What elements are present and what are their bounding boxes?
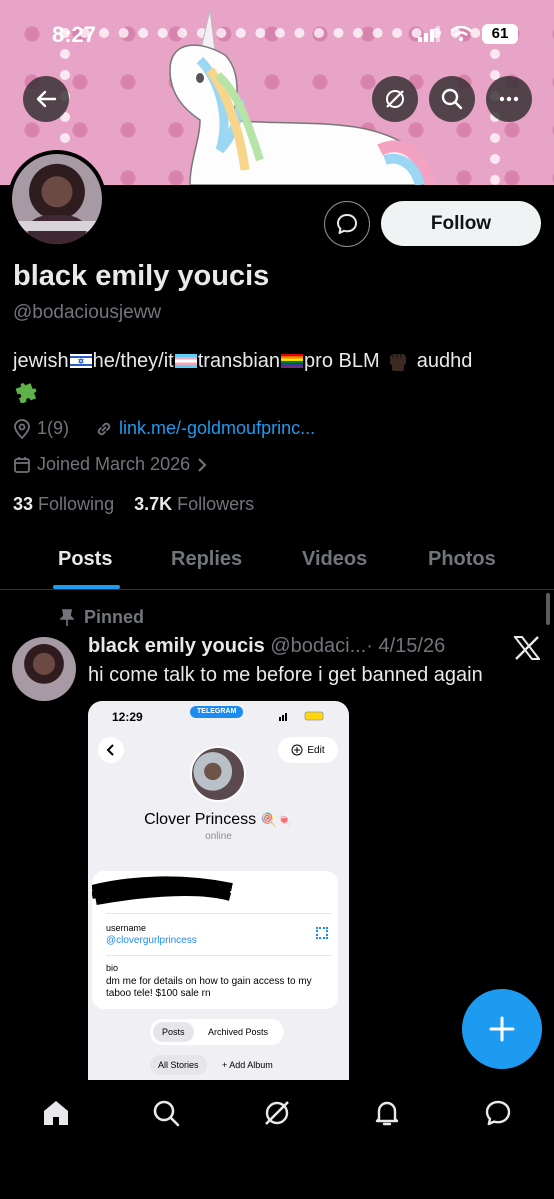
bio-text-3: transbian (197, 350, 281, 372)
profile-name: black emily youcis (13, 260, 270, 292)
embedded-bio: dm me for details on how to gain access … (106, 976, 312, 999)
calendar-icon (14, 456, 30, 473)
search-icon (441, 88, 463, 110)
embedded-all-stories: All Stories (150, 1055, 207, 1075)
bio-text-5: audhd (411, 350, 473, 372)
profile-avatar[interactable] (8, 150, 106, 248)
tab-videos[interactable]: Videos (302, 548, 367, 571)
embedded-time: 12:29 (112, 710, 143, 724)
tab-photos[interactable]: Photos (428, 548, 496, 571)
embedded-back-button (98, 737, 124, 763)
followers-label: Followers (177, 494, 255, 514)
bio-text-4: pro BLM (304, 350, 386, 372)
embedded-edit-label: Edit (307, 744, 325, 756)
follow-button[interactable]: Follow (381, 201, 541, 246)
explore-icon (153, 1100, 180, 1127)
message-icon (337, 214, 357, 234)
post-author-avatar[interactable] (12, 637, 76, 701)
follow-counts: 33 Following 3.7K Followers (13, 494, 254, 515)
embedded-status-icons (279, 711, 324, 721)
embedded-avatar (190, 746, 246, 802)
nav-explore[interactable] (150, 1097, 182, 1129)
x-logo-icon[interactable] (514, 636, 540, 660)
messages-icon (485, 1100, 511, 1126)
pinned-indicator: Pinned (60, 607, 144, 628)
bottom-navigation (0, 1080, 554, 1199)
profile-tabs: Posts Replies Videos Photos (0, 536, 554, 590)
compose-icon (489, 1016, 515, 1042)
post-author-handle: @bodaci... (270, 635, 367, 657)
home-icon (44, 1101, 68, 1125)
israel-flag-icon (69, 354, 92, 368)
profile-location: 1(9) (37, 418, 70, 438)
embedded-username-label: username (106, 923, 147, 933)
message-button[interactable] (324, 201, 370, 247)
pin-icon (60, 608, 74, 626)
status-time: 8:27 (52, 22, 97, 47)
embedded-bio-label: bio (106, 963, 119, 973)
embedded-username: @clovergurlprincess (106, 935, 197, 946)
qr-code-icon (316, 927, 328, 939)
tab-posts[interactable]: Posts (58, 548, 112, 571)
trans-flag-icon (174, 354, 197, 368)
pinned-label: Pinned (84, 607, 145, 627)
embedded-info-card: username @clovergurlprincess bio dm me f… (92, 871, 338, 1009)
following-link[interactable]: 33 Following (13, 494, 114, 514)
chevron-right-icon[interactable] (196, 457, 208, 473)
post-date: · 4/15/26 (366, 635, 446, 657)
compose-button[interactable] (462, 989, 542, 1069)
avatar-photo (12, 154, 102, 244)
location-icon (14, 418, 30, 439)
raised-fist-icon (390, 354, 407, 371)
embedded-status: online (205, 831, 232, 842)
scrollbar[interactable] (546, 593, 550, 625)
back-button[interactable] (23, 76, 69, 122)
more-icon (499, 96, 519, 102)
post-image[interactable]: 12:29 TELEGRAM Edit Clover Princess 🍭🍬 o… (88, 701, 349, 1081)
embedded-display-name: Clover Princess 🍭🍬 (144, 811, 293, 828)
following-label: Following (38, 494, 115, 514)
nav-home[interactable] (40, 1097, 72, 1129)
wifi-icon (450, 26, 472, 42)
puzzle-piece-icon (15, 383, 37, 404)
active-tab-indicator (53, 585, 120, 589)
link-icon (97, 422, 111, 435)
status-icons: 61 (418, 24, 518, 44)
post-header: black emily youcis @bodaci...· 4/15/26 (88, 635, 445, 658)
embedded-add-album: + Add Album (222, 1060, 273, 1070)
grok-nav-icon (265, 1101, 289, 1125)
followers-count: 3.7K (134, 494, 173, 514)
post-text: hi come talk to me before i get banned a… (88, 664, 483, 686)
signal-icon (418, 26, 440, 42)
grok-icon (386, 90, 404, 108)
tab-replies[interactable]: Replies (171, 548, 242, 571)
post-author-name[interactable]: black emily youcis (88, 635, 265, 657)
embedded-edit-button: Edit (278, 737, 338, 763)
nav-grok[interactable] (261, 1097, 293, 1129)
bio-text-2: he/they/it (92, 350, 174, 372)
profile-handle: @bodaciousjeww (13, 302, 162, 323)
embedded-tab-archived: Archived Posts (208, 1027, 269, 1037)
profile-meta-row: 1(9) link.me/-goldmoufprinc... (13, 418, 315, 439)
battery-indicator: 61 (482, 24, 518, 44)
bio-text-1: jewish (13, 350, 69, 372)
rainbow-flag-icon (281, 354, 304, 368)
redaction-scribble (92, 876, 233, 905)
nav-messages[interactable] (482, 1097, 514, 1129)
more-button[interactable] (486, 76, 532, 122)
followers-link[interactable]: 3.7K Followers (134, 494, 254, 514)
telegram-badge: TELEGRAM (190, 706, 244, 718)
back-arrow-icon (36, 90, 57, 108)
profile-link[interactable]: link.me/-goldmoufprinc... (119, 418, 315, 439)
embedded-tab-posts: Posts (153, 1022, 194, 1042)
joined-date: Joined March 2026 (37, 454, 191, 474)
search-button[interactable] (429, 76, 475, 122)
profile-bio: jewish he/they/it transbian pro BLM audhd (13, 346, 533, 411)
nav-notifications[interactable] (371, 1097, 403, 1129)
grok-button[interactable] (372, 76, 418, 122)
following-count: 33 (13, 494, 34, 514)
joined-row: Joined March 2026 (13, 454, 208, 475)
status-bar: 8:27 61 (0, 0, 554, 70)
notifications-icon (375, 1101, 399, 1126)
